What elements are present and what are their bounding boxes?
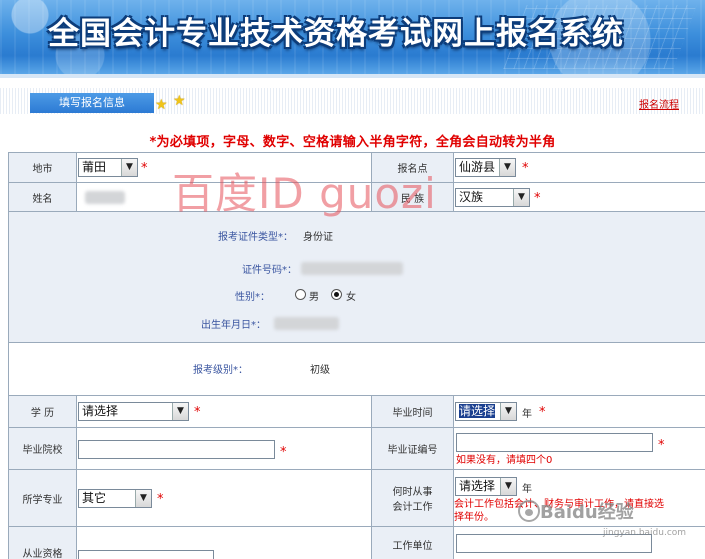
major-select-value: 其它	[82, 491, 107, 505]
id-type-value: 身份证	[303, 232, 333, 243]
gender-female-label: 女	[346, 292, 356, 303]
qualification-input[interactable]	[78, 550, 214, 559]
chevron-down-icon: ▼	[135, 490, 151, 507]
region-select-value: 莆田	[82, 160, 107, 174]
paw-icon	[518, 500, 540, 522]
required-mark: *	[658, 438, 665, 453]
name-label: 姓名	[9, 183, 77, 212]
major-label: 所学专业	[9, 470, 77, 527]
grad-year-select-value: 请选择	[459, 404, 496, 418]
grad-time-label: 毕业时间	[372, 396, 454, 428]
redacted-name	[85, 191, 125, 204]
gender-male-radio[interactable]	[295, 289, 306, 300]
chevron-down-icon: ▼	[499, 159, 515, 176]
required-mark: *	[522, 161, 529, 176]
grad-year-select[interactable]: 请选择 ▼	[455, 402, 517, 421]
chevron-down-icon: ▼	[121, 159, 137, 176]
school-input[interactable]	[78, 440, 275, 459]
education-cell: 请选择 ▼ *	[77, 396, 372, 428]
education-select-value: 请选择	[82, 404, 119, 418]
baidu-id-watermark: 百度ID guozi	[172, 169, 437, 218]
ethnicity-select-value: 汉族	[459, 190, 484, 204]
school-cell: *	[77, 428, 372, 470]
tab-fill-info[interactable]: 填写报名信息	[30, 93, 154, 113]
gender-male-label: 男	[309, 292, 319, 303]
ethnicity-cell: 汉族 ▼ *	[454, 183, 705, 212]
system-title: 全国会计专业技术资格考试网上报名系统	[48, 16, 624, 52]
required-mark: *	[280, 445, 287, 460]
site-select-value: 仙游县	[459, 160, 496, 174]
work-start-label: 何时从事 会计工作	[372, 470, 454, 527]
chevron-down-icon: ▼	[500, 403, 516, 420]
baidu-jingyan-url: jingyan.baidu.com	[603, 528, 687, 538]
required-mark: *	[534, 191, 541, 206]
education-select[interactable]: 请选择 ▼	[78, 402, 189, 421]
chevron-down-icon: ▼	[500, 478, 516, 495]
required-mark: *	[194, 405, 201, 420]
region-label: 地市	[9, 153, 77, 183]
major-cell: 其它 ▼ *	[77, 470, 372, 527]
header-banner: 全国会计专业技术资格考试网上报名系统	[0, 0, 705, 74]
chevron-down-icon: ▼	[513, 189, 529, 206]
employer-label: 工作单位	[372, 527, 454, 559]
level-value: 初级	[310, 365, 330, 376]
cert-no-input[interactable]	[456, 433, 653, 452]
id-type-label: 报考证件类型*：	[218, 232, 293, 243]
registration-flow-link[interactable]: 报名流程	[639, 96, 679, 111]
banner-divider	[0, 74, 705, 78]
cert-no-cell: * 如果没有，请填四个0	[454, 428, 705, 470]
work-start-select[interactable]: 请选择 ▼	[455, 477, 517, 496]
redacted-birth-date	[274, 317, 339, 330]
work-start-select-value: 请选择	[459, 479, 496, 493]
school-label: 毕业院校	[9, 428, 77, 470]
qualification-label: 从业资格	[9, 527, 77, 559]
star-icon: ★	[155, 97, 168, 113]
step-bar: 填写报名信息 ★ ★ 报名流程	[0, 88, 705, 114]
required-mark: *	[157, 492, 164, 507]
baidu-jingyan-watermark: Baidu经验	[540, 502, 634, 523]
id-number-label: 证件号码*：	[242, 265, 297, 276]
major-select[interactable]: 其它 ▼	[78, 489, 152, 508]
identity-block: 报考证件类型*： 身份证 证件号码*： 性别*： 男 女 出生年月日*：	[9, 212, 705, 343]
grad-year-unit: 年	[522, 409, 532, 420]
required-mark: *	[141, 161, 148, 176]
ethnicity-select[interactable]: 汉族 ▼	[455, 188, 530, 207]
work-start-label-line2: 会计工作	[392, 502, 433, 513]
star-icon: ★	[173, 93, 186, 109]
gender-label: 性别*：	[235, 292, 270, 303]
required-notice: *为必填项，字母、数字、空格请输入半角字符，全角会自动转为半角	[149, 135, 556, 150]
birth-label: 出生年月日*：	[201, 320, 266, 331]
work-start-label-line1: 何时从事	[392, 487, 433, 498]
work-start-hint-line2: 择年份。	[454, 512, 494, 523]
education-label: 学 历	[9, 396, 77, 428]
level-label: 报考级别*：	[193, 365, 248, 376]
grad-time-cell: 请选择 ▼ 年 *	[454, 396, 705, 428]
level-row: 报考级别*： 初级	[9, 343, 705, 396]
region-select[interactable]: 莆田 ▼	[78, 158, 138, 177]
qualification-cell	[77, 527, 372, 559]
chevron-down-icon: ▼	[172, 403, 188, 420]
cert-no-label: 毕业证编号	[372, 428, 454, 470]
site-cell: 仙游县 ▼ *	[454, 153, 705, 183]
cert-no-hint: 如果没有，请填四个0	[456, 455, 553, 466]
required-mark: *	[539, 405, 546, 420]
work-start-unit: 年	[522, 484, 532, 495]
redacted-id-number	[301, 262, 403, 275]
gender-female-radio[interactable]	[331, 289, 342, 300]
site-select[interactable]: 仙游县 ▼	[455, 158, 516, 177]
